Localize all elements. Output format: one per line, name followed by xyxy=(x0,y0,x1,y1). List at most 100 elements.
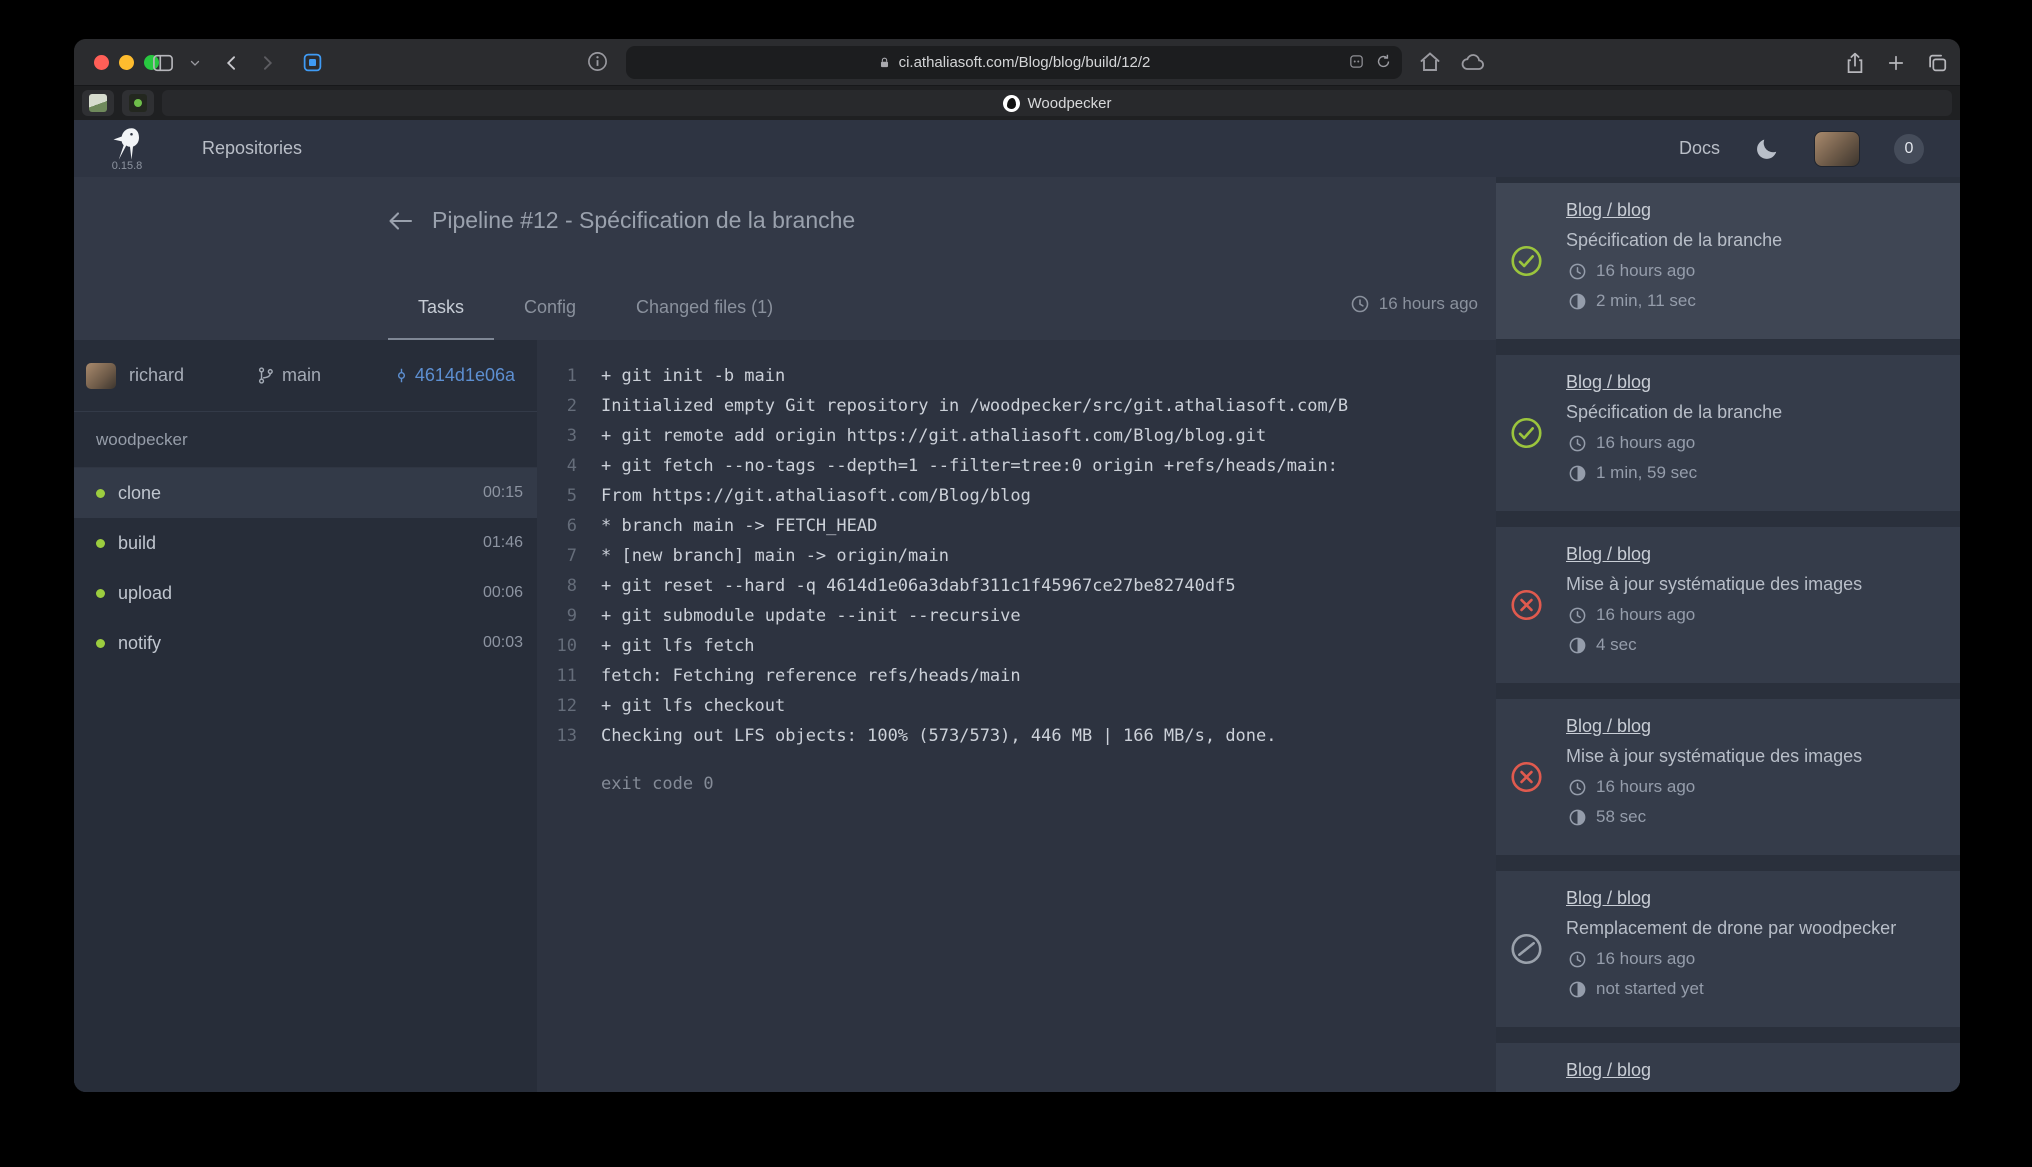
tab-strip: Woodpecker xyxy=(74,86,1960,120)
app-navbar: 0.15.8 Repositories Docs 0 xyxy=(74,120,1960,177)
tab-overview-icon[interactable] xyxy=(1926,52,1948,74)
status-skipped-icon xyxy=(1510,933,1543,966)
author-avatar xyxy=(86,363,116,389)
pipeline-card[interactable]: Blog / blog Spécification de la branche … xyxy=(1496,355,1960,511)
step-notify[interactable]: notify 00:03 xyxy=(74,618,537,668)
clock-icon xyxy=(1568,606,1587,625)
clock-icon xyxy=(1568,950,1587,969)
card-duration-row: not started yet xyxy=(1566,979,1944,999)
pinned-tab-2[interactable] xyxy=(122,90,154,116)
log-line: 11fetch: Fetching reference refs/heads/m… xyxy=(537,661,1496,691)
log-line: 9+ git submodule update --init --recursi… xyxy=(537,601,1496,631)
lock-icon xyxy=(878,55,891,70)
card-duration-row: 1 min, 59 sec xyxy=(1566,463,1944,483)
cloud-icon[interactable] xyxy=(1460,51,1486,73)
commit-message: Spécification de la branche xyxy=(1566,229,1944,251)
app-version: 0.15.8 xyxy=(112,160,143,172)
workflow-group-label: woodpecker xyxy=(74,412,537,468)
browser-toolbar: ci.athaliasoft.com/Blog/blog/build/12/2 xyxy=(74,39,1960,86)
commit-icon xyxy=(393,366,410,385)
step-upload[interactable]: upload 00:06 xyxy=(74,568,537,618)
browser-window: ci.athaliasoft.com/Blog/blog/build/12/2 xyxy=(74,39,1960,1092)
pipeline-header: Pipeline #12 - Spécification de la branc… xyxy=(74,177,1496,340)
content-blocker-icon[interactable] xyxy=(1348,53,1365,70)
extension-icon[interactable] xyxy=(302,52,323,73)
pipeline-tabs: Tasks Config Changed files (1) xyxy=(388,297,803,340)
pipeline-card[interactable]: Blog / blog Mise à jour systématique des… xyxy=(1496,1043,1960,1092)
log-line: 10+ git lfs fetch xyxy=(537,631,1496,661)
pinned-tab-2-favicon-icon xyxy=(129,94,147,112)
duration-icon xyxy=(1568,808,1587,827)
woodpecker-logo-icon xyxy=(108,126,146,162)
minimize-window-button[interactable] xyxy=(119,55,134,70)
card-time-row: 16 hours ago xyxy=(1566,433,1944,453)
url-text: ci.athaliasoft.com/Blog/blog/build/12/2 xyxy=(899,54,1151,71)
tab-tasks[interactable]: Tasks xyxy=(388,297,494,340)
app-body: Pipeline #12 - Spécification de la branc… xyxy=(74,177,1960,1092)
pipeline-author: richard xyxy=(86,363,184,389)
log-line: 3+ git remote add origin https://git.ath… xyxy=(537,421,1496,451)
pipeline-card[interactable]: Blog / blog Mise à jour systématique des… xyxy=(1496,527,1960,683)
address-bar[interactable]: ci.athaliasoft.com/Blog/blog/build/12/2 xyxy=(626,46,1402,79)
nav-repositories[interactable]: Repositories xyxy=(202,138,302,159)
sidebar-toggle-icon[interactable] xyxy=(152,53,174,73)
step-success-dot-icon xyxy=(96,639,105,648)
active-tab[interactable]: Woodpecker xyxy=(162,90,1952,116)
reload-icon[interactable] xyxy=(1375,53,1392,70)
step-time: 01:46 xyxy=(483,534,523,552)
card-time-row: 16 hours ago xyxy=(1566,261,1944,281)
author-name: richard xyxy=(129,365,184,386)
pipeline-branch: main xyxy=(256,365,321,386)
commit-hash: 4614d1e06a xyxy=(415,365,515,386)
log-line: 8+ git reset --hard -q 4614d1e06a3dabf31… xyxy=(537,571,1496,601)
page-info-icon[interactable] xyxy=(586,50,609,73)
card-duration-row: 58 sec xyxy=(1566,807,1944,827)
step-build[interactable]: build 01:46 xyxy=(74,518,537,568)
pinned-tab-1[interactable] xyxy=(82,90,114,116)
repo-link[interactable]: Blog / blog xyxy=(1566,371,1651,393)
step-time: 00:03 xyxy=(483,634,523,652)
new-tab-icon[interactable] xyxy=(1886,53,1906,73)
pipelines-sidebar[interactable]: Blog / blog Spécification de la branche … xyxy=(1496,177,1960,1092)
log-line: 2Initialized empty Git repository in /wo… xyxy=(537,391,1496,421)
home-icon[interactable] xyxy=(1418,50,1442,74)
share-icon[interactable] xyxy=(1844,51,1866,75)
user-avatar[interactable] xyxy=(1814,131,1860,167)
duration-icon xyxy=(1568,636,1587,655)
dark-mode-moon-icon[interactable] xyxy=(1754,136,1780,162)
notification-badge[interactable]: 0 xyxy=(1894,134,1924,164)
woodpecker-logo[interactable]: 0.15.8 xyxy=(108,126,146,172)
step-clone[interactable]: clone 00:15 xyxy=(74,468,537,518)
pipeline-card[interactable]: Blog / blog Spécification de la branche … xyxy=(1496,183,1960,339)
card-duration-text: 2 min, 11 sec xyxy=(1596,291,1696,311)
step-success-dot-icon xyxy=(96,589,105,598)
tab-config[interactable]: Config xyxy=(494,297,606,340)
toolbar-right-cluster xyxy=(1844,39,1948,86)
pipeline-card[interactable]: Blog / blog Remplacement de drone par wo… xyxy=(1496,871,1960,1027)
step-success-dot-icon xyxy=(96,539,105,548)
pipeline-meta-row: richard main 4614d1e06a xyxy=(74,340,537,412)
close-window-button[interactable] xyxy=(94,55,109,70)
forward-icon[interactable] xyxy=(257,53,277,73)
nav-docs[interactable]: Docs xyxy=(1679,138,1720,159)
commit-link[interactable]: 4614d1e06a xyxy=(393,365,515,386)
status-failure-icon xyxy=(1510,761,1543,794)
repo-link[interactable]: Blog / blog xyxy=(1566,1059,1651,1081)
back-icon[interactable] xyxy=(222,53,242,73)
back-arrow-icon[interactable] xyxy=(386,209,414,233)
repo-link[interactable]: Blog / blog xyxy=(1566,199,1651,221)
card-duration-text: 4 sec xyxy=(1596,635,1637,655)
step-time: 00:15 xyxy=(483,484,523,502)
repo-link[interactable]: Blog / blog xyxy=(1566,887,1651,909)
repo-link[interactable]: Blog / blog xyxy=(1566,715,1651,737)
tab-changed-files[interactable]: Changed files (1) xyxy=(606,297,803,340)
duration-icon xyxy=(1568,980,1587,999)
log-output[interactable]: 1+ git init -b main 2Initialized empty G… xyxy=(537,340,1496,1092)
tab-title: Woodpecker xyxy=(1028,95,1112,112)
repo-link[interactable]: Blog / blog xyxy=(1566,543,1651,565)
pipeline-card[interactable]: Blog / blog Mise à jour systématique des… xyxy=(1496,699,1960,855)
branch-name: main xyxy=(282,365,321,386)
log-line: 12+ git lfs checkout xyxy=(537,691,1496,721)
chevron-down-icon[interactable] xyxy=(189,57,201,69)
address-bar-icons xyxy=(1348,53,1392,70)
